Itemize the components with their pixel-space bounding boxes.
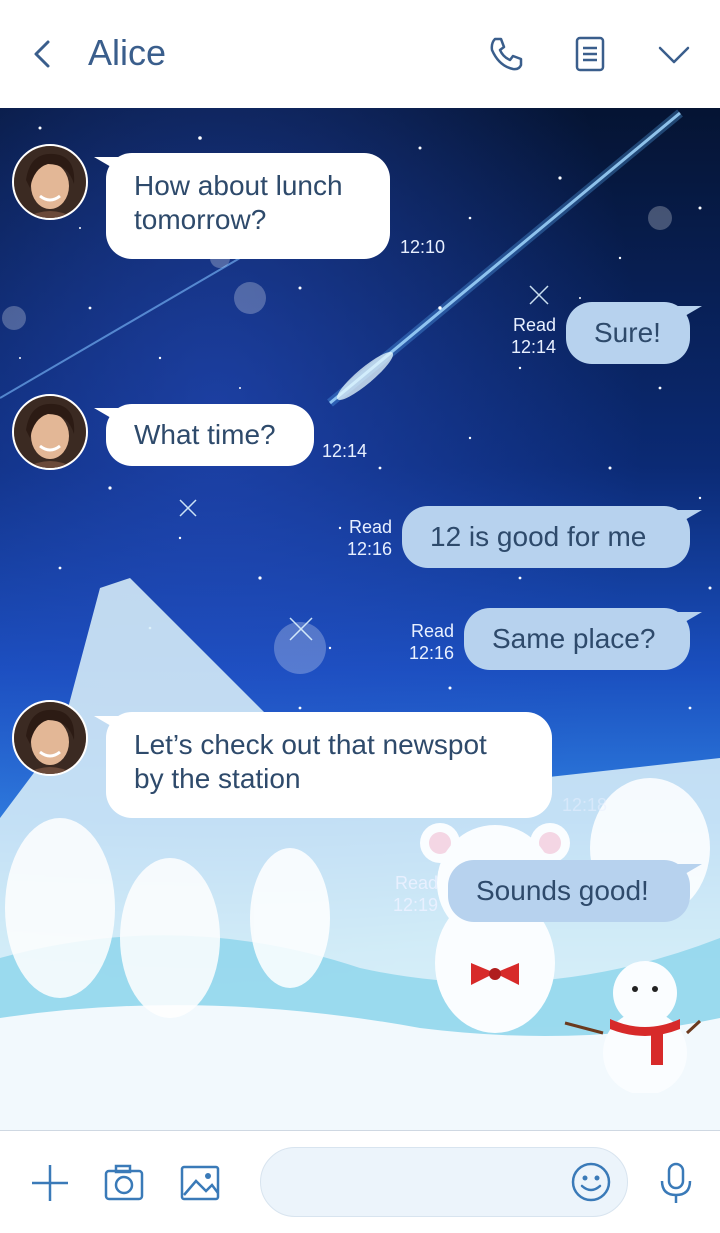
message-text-field[interactable] (285, 1148, 569, 1216)
avatar[interactable] (12, 144, 88, 220)
message-text: How about lunch (134, 170, 343, 201)
message-text: Sure! (594, 317, 661, 348)
message-meta: Read 12:16 (330, 516, 392, 560)
microphone-icon[interactable] (654, 1161, 698, 1205)
plus-icon[interactable] (28, 1161, 72, 1205)
read-receipt: Read (512, 315, 556, 335)
message-meta: Read 12:14 (496, 314, 556, 358)
message-time: 12:14 (322, 441, 368, 461)
message-bubble-incoming[interactable]: What time? (94, 404, 314, 466)
read-receipt: Read (348, 517, 392, 537)
image-icon[interactable] (178, 1161, 222, 1205)
phone-icon[interactable] (486, 34, 526, 74)
back-icon[interactable] (28, 36, 58, 72)
message-text: by the station (134, 763, 301, 794)
chat-header: Alice (0, 0, 720, 108)
message-text: Let’s check out that newspot (134, 729, 487, 760)
camera-icon[interactable] (102, 1161, 146, 1205)
message-time: 12:10 (400, 237, 446, 257)
message-text: What time? (134, 419, 276, 450)
message-input[interactable] (260, 1147, 628, 1217)
message-time: 12:16 (346, 539, 392, 559)
notes-icon[interactable] (570, 34, 610, 74)
message-time: 12:16 (408, 643, 454, 663)
message-bubble-outgoing[interactable]: Sounds good! (448, 860, 702, 922)
read-receipt: Read (410, 621, 454, 641)
message-time: 12:19 (392, 895, 438, 915)
message-bubble-outgoing[interactable]: Sure! (566, 302, 702, 364)
contact-photo (14, 396, 86, 468)
read-receipt: Read (394, 873, 438, 893)
chevron-down-icon[interactable] (654, 34, 694, 74)
message-time: 12:14 (510, 337, 556, 357)
message-bubble-incoming[interactable]: How about lunch tomorrow? (94, 153, 390, 259)
message-text: Same place? (492, 623, 656, 654)
message-bubble-incoming[interactable]: Let’s check out that newspot by the stat… (94, 712, 552, 818)
message-bubble-outgoing[interactable]: Same place? (464, 608, 702, 670)
chat-title: Alice (88, 32, 167, 73)
chat-area[interactable]: How about lunch tomorrow? 12:10 Read 12:… (0, 108, 720, 1130)
avatar[interactable] (12, 394, 88, 470)
message-meta: Read 12:19 (376, 872, 438, 916)
message-text: 12 is good for me (430, 521, 647, 552)
message-text: tomorrow? (134, 204, 267, 235)
message-time: 12:18 (562, 795, 608, 815)
avatar[interactable] (12, 700, 88, 776)
contact-photo (14, 702, 86, 774)
emoji-icon[interactable] (569, 1160, 613, 1204)
message-composer (0, 1130, 720, 1233)
message-bubble-outgoing[interactable]: 12 is good for me (402, 506, 702, 568)
message-text: Sounds good! (476, 875, 649, 906)
message-meta: Read 12:16 (392, 620, 454, 664)
contact-photo (14, 146, 86, 218)
